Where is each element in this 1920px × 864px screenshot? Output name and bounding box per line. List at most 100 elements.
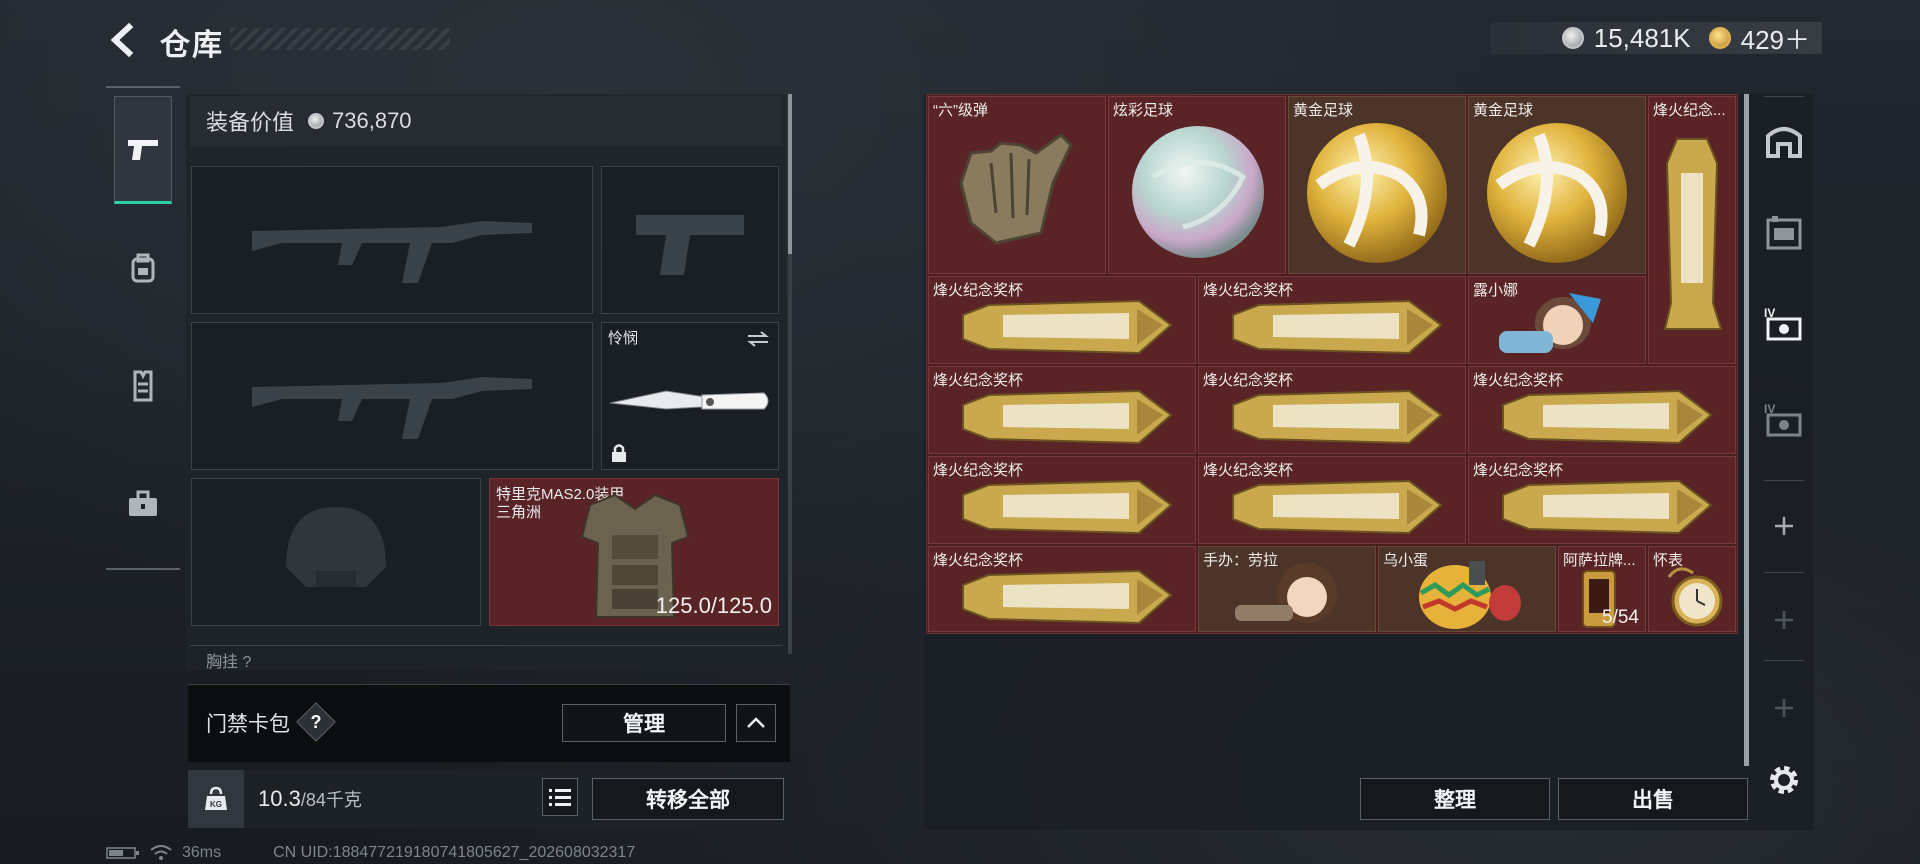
- weight-current: 10.3: [258, 786, 301, 811]
- item-label: 阿萨拉牌...: [1563, 552, 1636, 569]
- rail-add-page-3[interactable]: [1756, 668, 1812, 748]
- stash-item-trophy[interactable]: 烽火纪念奖杯: [1468, 456, 1736, 544]
- silver-coin-icon: [1561, 27, 1584, 49]
- stash-item-trophy[interactable]: 烽火纪念奖杯: [928, 546, 1196, 632]
- helmet-slot[interactable]: [191, 478, 481, 626]
- rail-stash-iv[interactable]: IV: [1756, 284, 1812, 364]
- stash-item-trophy[interactable]: 烽火纪念奖杯: [1468, 366, 1736, 454]
- stash-item-gesture[interactable]: “六”级弹: [928, 96, 1106, 274]
- silver-coin-icon: [308, 113, 325, 129]
- melee-label: 怜悯: [608, 330, 639, 347]
- item-label: 烽火纪念奖杯: [1203, 462, 1294, 479]
- gold-football-icon: [1307, 123, 1447, 263]
- organize-button[interactable]: 整理: [1360, 778, 1550, 820]
- rifle-silhouette-icon: [252, 377, 532, 439]
- manage-button[interactable]: 管理: [562, 704, 726, 742]
- transfer-all-button[interactable]: 转移全部: [592, 778, 784, 820]
- rail-divider: [1764, 660, 1804, 661]
- silver-currency-value: 15,481K: [1593, 22, 1691, 53]
- plus-icon: [1775, 611, 1793, 629]
- wifi-icon: [150, 845, 172, 860]
- item-label: 烽火纪念奖杯: [1203, 372, 1294, 389]
- primary-weapon-slot[interactable]: [191, 166, 593, 314]
- equipment-value-amount: 736,870: [332, 108, 412, 133]
- swap-icon[interactable]: [746, 331, 770, 347]
- back-button[interactable]: [106, 22, 142, 58]
- item-label: 烽火纪念奖杯: [933, 372, 1024, 389]
- stash-item-holo-ball[interactable]: 炫彩足球: [1108, 96, 1286, 274]
- armor-slot[interactable]: 特里克MAS2.0装甲 三角洲 125.0/125.0: [489, 478, 779, 626]
- pocket-watch-icon: [1667, 567, 1723, 627]
- list-view-button[interactable]: [542, 778, 578, 816]
- collapse-button[interactable]: [736, 704, 776, 742]
- helmet-silhouette-icon: [286, 507, 386, 587]
- pistol-icon: [128, 140, 158, 160]
- item-label: 烽火纪念奖杯: [933, 462, 1024, 479]
- secondary-weapon-slot[interactable]: [191, 322, 593, 470]
- pistol-slot[interactable]: [601, 166, 779, 314]
- weight-max: /84千克: [300, 790, 362, 810]
- stash-item-figure[interactable]: 手办：劳拉: [1198, 546, 1376, 632]
- stash-item-watch[interactable]: 怀表: [1648, 546, 1736, 632]
- stash-item-doll[interactable]: 露小娜: [1468, 276, 1646, 364]
- stash-item-trophy[interactable]: 烽火纪念奖杯: [928, 456, 1196, 544]
- stash-item-trophy-vertical[interactable]: 烽火纪念...: [1648, 96, 1736, 364]
- armor-sub-label: 三角洲: [496, 504, 542, 521]
- item-label: 烽火纪念奖杯: [933, 552, 1024, 569]
- stash-item-gold-ball-1[interactable]: 黄金足球: [1288, 96, 1466, 274]
- briefcase-icon: [129, 490, 157, 516]
- chevron-left-icon: [110, 23, 134, 57]
- equipment-value: 装备价值 736,870: [190, 96, 782, 146]
- rail-add-page-2[interactable]: [1756, 580, 1812, 660]
- stash-item-trophy[interactable]: 烽火纪念奖杯: [1198, 456, 1466, 544]
- gear-icon: [1770, 766, 1798, 794]
- help-icon[interactable]: ?: [302, 708, 330, 736]
- item-label: 乌小蛋: [1383, 552, 1429, 569]
- stash-scrollbar-thumb[interactable]: [1744, 94, 1749, 766]
- stash-item-trophy[interactable]: 烽火纪念奖杯: [928, 366, 1196, 454]
- tab-kit[interactable]: [114, 450, 172, 558]
- knife-icon: [609, 390, 769, 410]
- lock-icon: [612, 444, 626, 462]
- chest-rig-slot-peek: 胸挂 ?: [190, 645, 782, 669]
- list-icon: [549, 789, 571, 806]
- sell-button[interactable]: 出售: [1558, 778, 1748, 820]
- rail-storage[interactable]: [1756, 194, 1812, 274]
- item-label: “六”级弹: [933, 102, 988, 119]
- stash-item-card[interactable]: 阿萨拉牌... 5/54: [1558, 546, 1646, 632]
- currency-bar: 15,481K 429＋: [1490, 20, 1822, 57]
- rail-stash-iv-alt[interactable]: IV: [1756, 380, 1812, 460]
- equipment-value-label: 装备价值: [206, 110, 295, 135]
- rail-divider: [1764, 480, 1804, 481]
- stash-item-trophy[interactable]: 烽火纪念奖杯: [928, 276, 1196, 364]
- settings-button[interactable]: [1756, 740, 1812, 820]
- stash-item-trophy[interactable]: 烽火纪念奖杯: [1198, 366, 1466, 454]
- tab-gear[interactable]: [114, 214, 172, 322]
- tab-weapon[interactable]: [114, 96, 172, 204]
- weight-icon: KG: [188, 770, 244, 828]
- stash-item-gold-ball-2[interactable]: 黄金足球: [1468, 96, 1646, 274]
- gesture-hand-icon: [959, 133, 1073, 245]
- rail-stash-home[interactable]: [1756, 100, 1812, 180]
- item-label: 炫彩足球: [1113, 102, 1174, 119]
- item-label: 烽火纪念奖杯: [933, 282, 1024, 299]
- stash-item-egg[interactable]: 乌小蛋: [1378, 546, 1556, 632]
- status-bar: 36ms CN UID:18847721918074180562​7_20260…: [106, 844, 635, 862]
- stash-iv-icon: IV: [1764, 306, 1802, 341]
- tab-armor[interactable]: [114, 332, 172, 440]
- melee-slot[interactable]: 怜悯: [601, 322, 779, 470]
- stash-home-icon: [1766, 127, 1802, 158]
- armor-durability: 125.0/125.0: [655, 593, 772, 618]
- rail-add-page-1[interactable]: [1756, 486, 1812, 566]
- chevron-up-icon: [747, 717, 765, 728]
- trophy-icon: [1663, 138, 1723, 330]
- pistol-silhouette-icon: [636, 215, 744, 275]
- item-label: 怀表: [1653, 552, 1684, 569]
- stash-item-trophy[interactable]: 烽火纪念奖杯: [1198, 276, 1466, 364]
- loadout-scrollbar-thumb[interactable]: [788, 94, 792, 254]
- gold-coin-icon: [1708, 27, 1731, 49]
- item-label: 烽火纪念奖杯: [1473, 462, 1564, 479]
- gold-currency-value[interactable]: 429＋: [1741, 20, 1810, 57]
- title-decoration: [230, 28, 450, 50]
- page-title: 仓库: [160, 29, 224, 62]
